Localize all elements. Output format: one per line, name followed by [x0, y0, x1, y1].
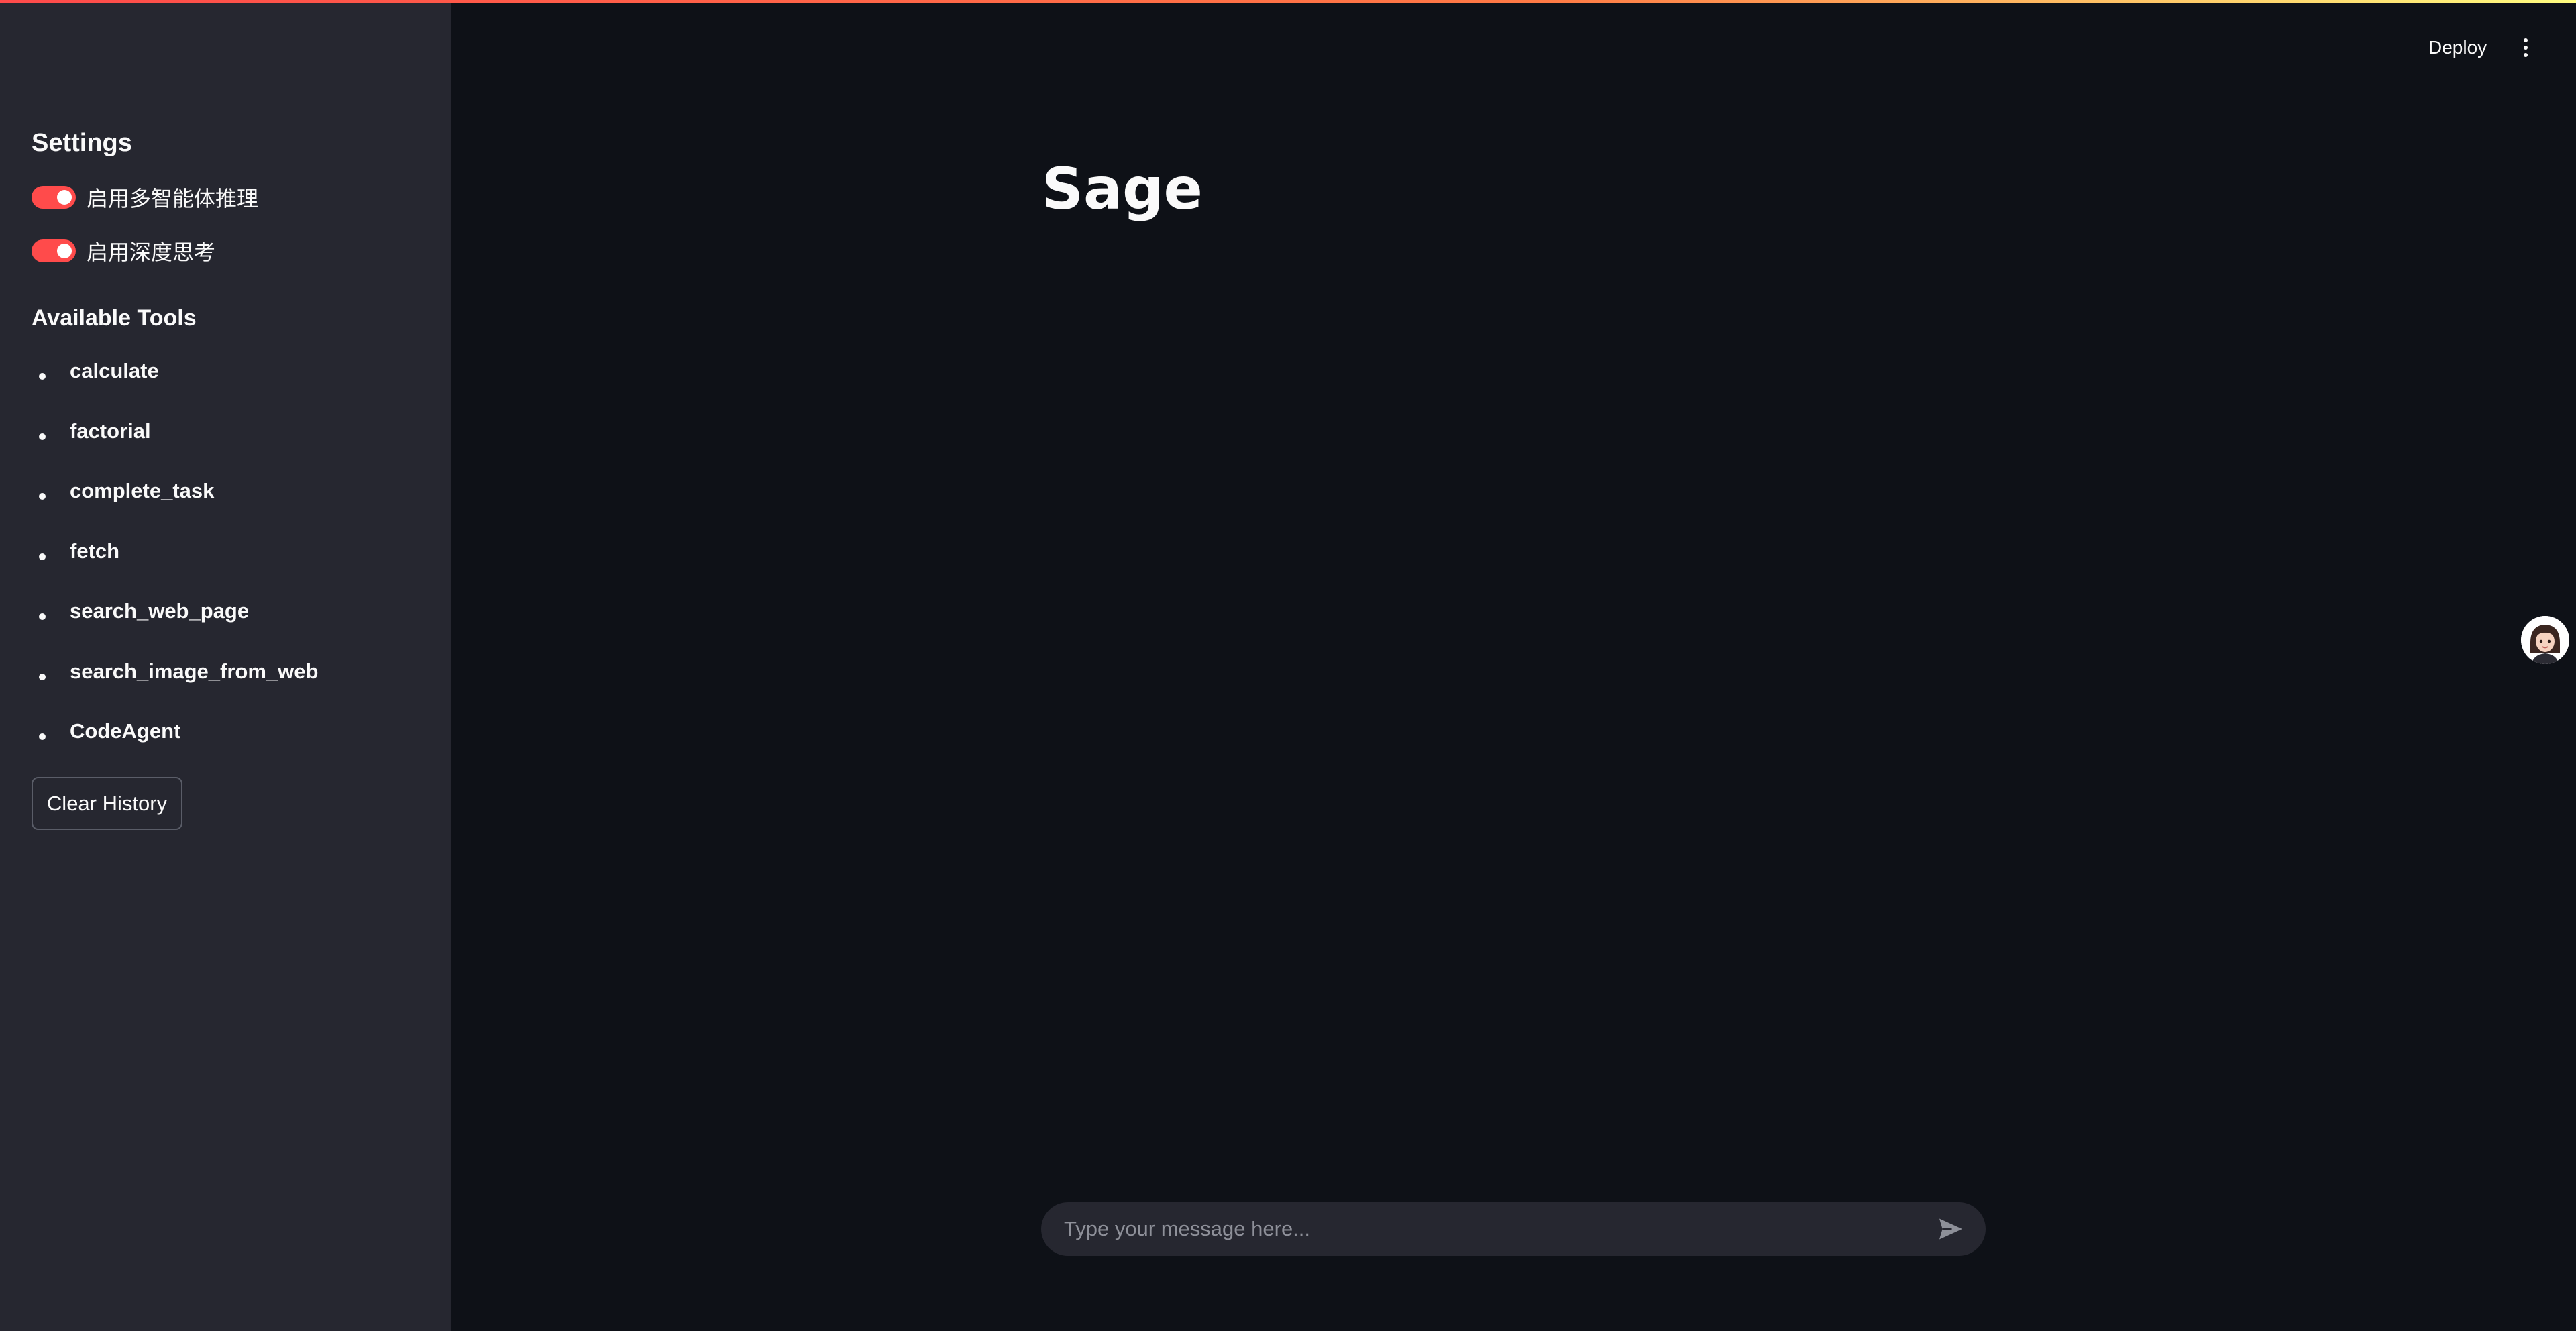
tool-name: fetch	[70, 539, 120, 563]
toggle-deep-thinking-switch[interactable]	[32, 239, 76, 262]
list-item: fetch	[32, 539, 434, 600]
toggle-deep-thinking-label[interactable]: 启用深度思考	[87, 235, 215, 266]
list-item: search_image_from_web	[32, 659, 434, 720]
tool-list: calculate factorial complete_task fetch …	[32, 359, 434, 780]
send-icon[interactable]	[1931, 1209, 1971, 1249]
user-avatar-icon[interactable]	[2521, 616, 2569, 664]
toggle-knob	[57, 244, 72, 258]
settings-heading: Settings	[32, 129, 132, 157]
tool-name: search_web_page	[70, 599, 250, 623]
tool-name: calculate	[70, 359, 159, 382]
clear-history-button[interactable]: Clear History	[32, 777, 182, 830]
bullet-icon	[39, 673, 46, 680]
tool-name: CodeAgent	[70, 719, 181, 743]
toggle-deep-thinking-row: 启用深度思考	[32, 235, 215, 267]
page-title: Sage	[1042, 156, 1203, 223]
main-area	[451, 0, 2576, 1331]
toggle-multi-agent-switch[interactable]	[32, 186, 76, 209]
bullet-icon	[39, 373, 46, 380]
tool-name: search_image_from_web	[70, 659, 319, 683]
list-item: calculate	[32, 359, 434, 419]
chat-input[interactable]	[1041, 1202, 1931, 1256]
menu-dot	[2524, 53, 2528, 57]
menu-dot	[2524, 46, 2528, 50]
deploy-button[interactable]: Deploy	[2420, 31, 2495, 64]
bullet-icon	[39, 493, 46, 500]
toggle-knob	[57, 190, 72, 205]
tool-name: complete_task	[70, 479, 215, 502]
more-vertical-icon[interactable]	[2512, 31, 2539, 64]
list-item: CodeAgent	[32, 719, 434, 780]
toggle-multi-agent-label[interactable]: 启用多智能体推理	[87, 182, 258, 213]
chat-input-container	[1041, 1202, 1986, 1256]
toggle-multi-agent-row: 启用多智能体推理	[32, 181, 258, 213]
bullet-icon	[39, 613, 46, 620]
bullet-icon	[39, 733, 46, 740]
send-glyph	[1939, 1218, 1962, 1240]
bullet-icon	[39, 433, 46, 440]
avatar-illustration	[2521, 616, 2569, 664]
menu-dot	[2524, 38, 2528, 42]
list-item: complete_task	[32, 479, 434, 539]
list-item: factorial	[32, 419, 434, 480]
bullet-icon	[39, 553, 46, 560]
available-tools-heading: Available Tools	[32, 305, 197, 331]
top-accent-bar	[0, 0, 2576, 3]
tool-name: factorial	[70, 419, 151, 443]
list-item: search_web_page	[32, 599, 434, 659]
sidebar: Settings 启用多智能体推理 启用深度思考 Available Tools…	[0, 0, 451, 1331]
